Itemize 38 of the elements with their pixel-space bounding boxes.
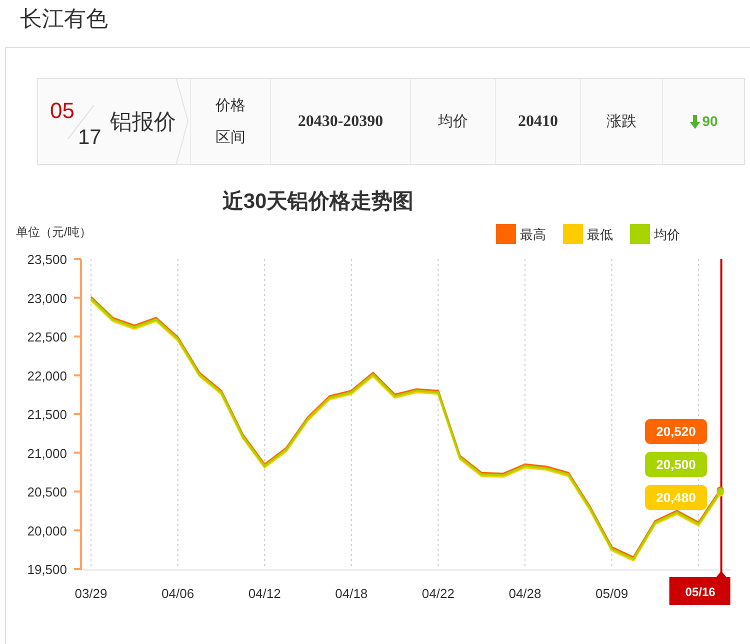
legend-item[interactable]: 均价 <box>630 224 680 244</box>
x-axis-label: 05/09 <box>596 586 628 601</box>
y-axis-label: 22,000 <box>27 368 67 384</box>
date-tooltip: 05/16 <box>669 571 730 605</box>
x-axis-label: 04/28 <box>508 586 542 601</box>
value-tooltip: 20,500 <box>645 452 707 477</box>
legend-label: 最高 <box>520 227 546 242</box>
y-axis-label: 20,500 <box>27 484 67 500</box>
y-axis-label: 22,500 <box>27 330 67 344</box>
x-axis-label: 04/22 <box>422 586 454 601</box>
legend-label: 均价 <box>653 227 680 242</box>
x-axis-label: 04/18 <box>335 586 368 601</box>
y-axis-label: 21,500 <box>27 407 67 422</box>
value-tooltip: 20,480 <box>645 485 707 510</box>
x-axis-label: 04/06 <box>162 586 194 601</box>
down-arrow-icon <box>690 114 700 128</box>
y-axis-label: 23,000 <box>27 290 67 306</box>
legend-item[interactable]: 最高 <box>496 224 546 244</box>
y-axis-label: 21,000 <box>27 446 67 461</box>
quote-name: 铝报价 <box>110 108 176 136</box>
unit-label: 单位（元/吨） <box>16 225 92 239</box>
x-axis-label: 04/12 <box>248 586 281 601</box>
quote-label: 价格区间 <box>214 96 246 148</box>
legend-item[interactable]: 最低 <box>563 224 613 244</box>
value-tooltip: 20,520 <box>645 419 707 444</box>
price-change: 90 <box>702 112 718 131</box>
y-axis-label: 23,500 <box>27 252 67 267</box>
quote-value: 20410 <box>518 112 558 132</box>
quote-label: 均价 <box>437 112 469 132</box>
chart-title: 近30天铝价格走势图 <box>222 188 414 214</box>
quote-date: 05 17 <box>50 96 102 150</box>
quote-value: 20430-20390 <box>298 112 384 132</box>
legend-label: 最低 <box>587 227 613 242</box>
x-axis-label: 03/29 <box>74 586 108 601</box>
y-axis-label: 20,000 <box>27 523 67 538</box>
y-axis-label: 19,500 <box>27 562 67 577</box>
quote-label: 涨跌 <box>606 112 638 132</box>
site-title: 长江有色 <box>20 6 108 31</box>
